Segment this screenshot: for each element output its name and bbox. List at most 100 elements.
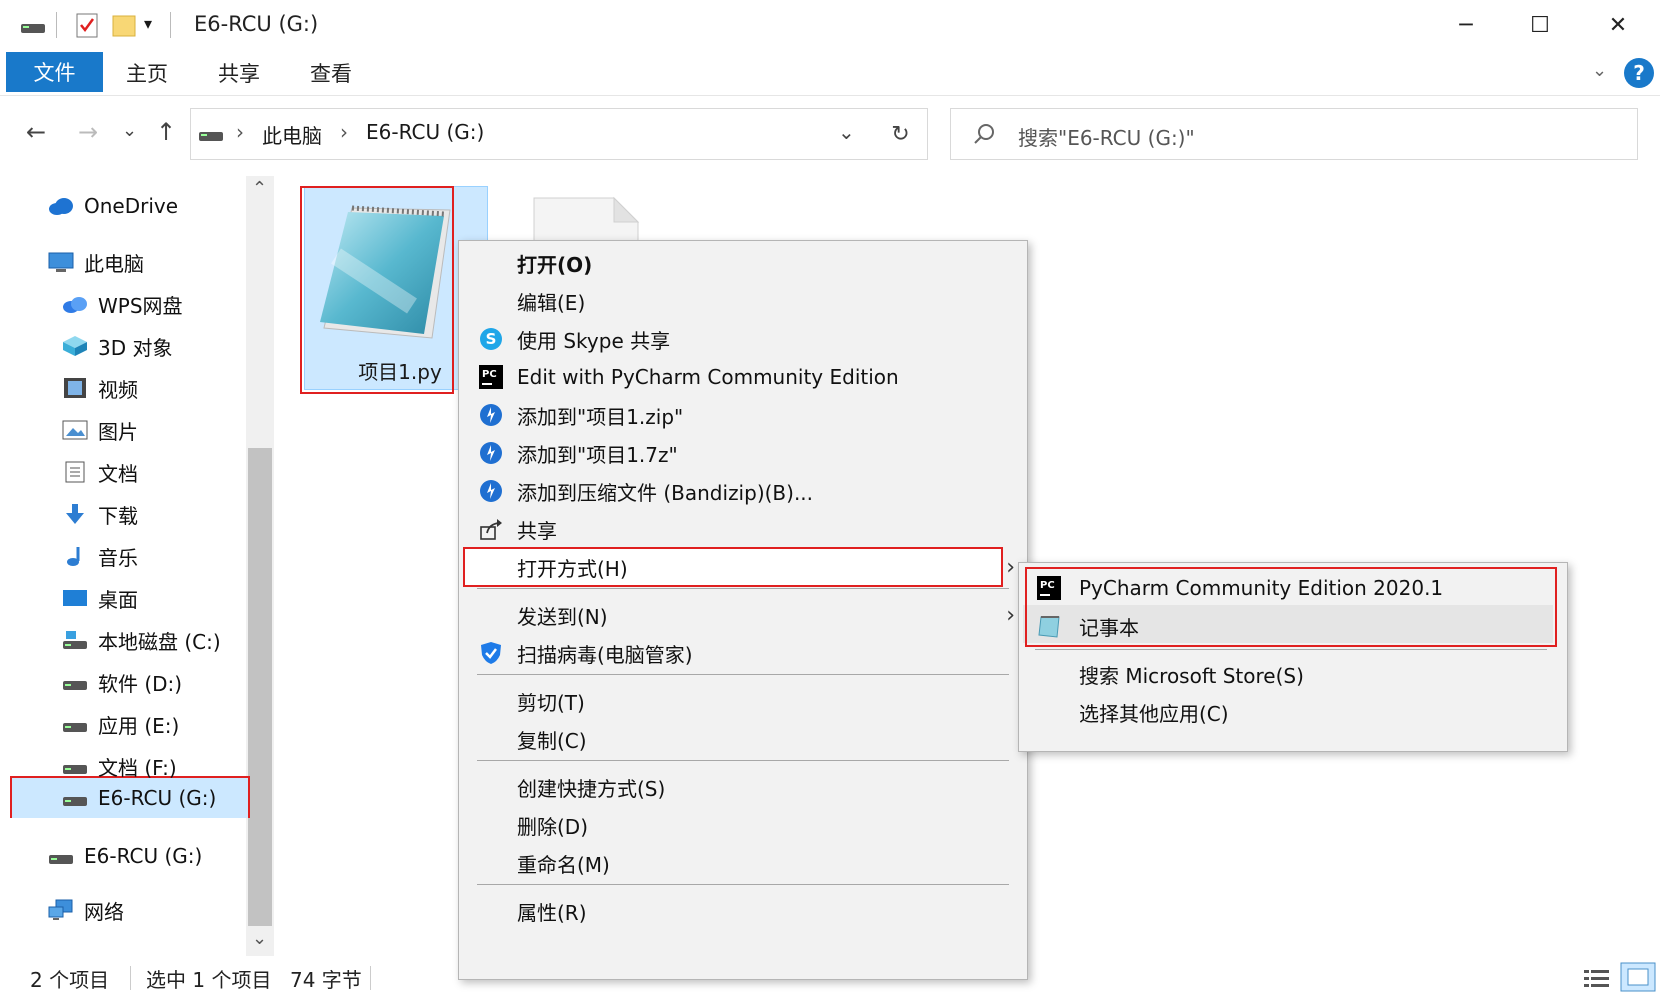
menu-share[interactable]: 共享	[459, 510, 1029, 548]
recent-locations-button[interactable]: ⌄	[122, 120, 137, 141]
nav-scrollbar-thumb[interactable]	[248, 448, 272, 926]
menu-open[interactable]: 打开(O)	[459, 244, 1029, 282]
desktop-icon	[62, 587, 88, 609]
picture-icon	[62, 419, 88, 441]
menu-scan-virus[interactable]: 扫描病毒(电脑管家)	[459, 634, 1029, 672]
menu-copy[interactable]: 复制(C)	[459, 720, 1029, 758]
divider	[170, 12, 171, 38]
details-view-icon[interactable]	[1582, 966, 1612, 990]
cube-icon	[62, 335, 88, 357]
breadcrumb-this-pc[interactable]: 此电脑	[262, 120, 322, 149]
menu-add-zip[interactable]: 添加到"项目1.zip"	[459, 396, 1029, 434]
tab-view[interactable]: 查看	[310, 58, 352, 88]
menu-skype-share[interactable]: S 使用 Skype 共享	[459, 320, 1029, 358]
menu-add-archive[interactable]: 添加到压缩文件 (Bandizip)(B)...	[459, 472, 1029, 510]
drive-icon[interactable]	[20, 16, 46, 36]
tab-home[interactable]: 主页	[126, 58, 168, 88]
nav-downloads[interactable]: 下载	[62, 494, 138, 534]
menu-edit[interactable]: 编辑(E)	[459, 282, 1029, 320]
nav-network[interactable]: 网络	[48, 890, 124, 930]
close-button[interactable]: ✕	[1582, 0, 1654, 50]
menu-send-to[interactable]: 发送到(N) ›	[459, 596, 1029, 634]
menu-delete[interactable]: 删除(D)	[459, 806, 1029, 844]
menu-create-shortcut[interactable]: 创建快捷方式(S)	[459, 768, 1029, 806]
nav-label: 音乐	[98, 545, 138, 570]
maximize-button[interactable]: ☐	[1504, 0, 1576, 50]
chevron-right-icon: ›	[1006, 602, 1015, 628]
drive-icon	[199, 132, 223, 141]
menu-label: 编辑(E)	[517, 290, 586, 315]
menu-separator	[1035, 649, 1547, 650]
nav-pictures[interactable]: 图片	[62, 410, 138, 450]
menu-cut[interactable]: 剪切(T)	[459, 682, 1029, 720]
up-button[interactable]: ↑	[156, 118, 176, 146]
help-button[interactable]: ?	[1624, 58, 1654, 88]
submenu-choose-app[interactable]: 选择其他应用(C)	[1019, 693, 1569, 731]
new-folder-icon[interactable]	[112, 12, 136, 38]
file-name[interactable]: 项目1.py	[330, 356, 470, 385]
menu-add-7z[interactable]: 添加到"项目1.7z"	[459, 434, 1029, 472]
nav-drive-c[interactable]: 本地磁盘 (C:)	[62, 620, 221, 660]
skype-icon: S	[479, 327, 503, 351]
menu-rename[interactable]: 重命名(M)	[459, 844, 1029, 882]
minimize-button[interactable]: ─	[1430, 0, 1502, 50]
nav-this-pc[interactable]: 此电脑	[48, 242, 144, 282]
menu-properties[interactable]: 属性(R)	[459, 892, 1029, 930]
nav-onedrive[interactable]: OneDrive	[48, 186, 178, 226]
video-icon	[62, 377, 88, 399]
open-with-submenu: PC PyCharm Community Edition 2020.1 记事本 搜索 …	[1018, 562, 1568, 752]
back-button[interactable]: ←	[26, 118, 46, 146]
pycharm-icon: PC	[479, 365, 503, 389]
window-title: E6-RCU (G:)	[194, 12, 319, 36]
nav-drive-e[interactable]: 应用 (E:)	[62, 704, 179, 744]
menu-label: 添加到"项目1.zip"	[517, 404, 684, 429]
nav-label: 网络	[84, 899, 124, 924]
divider	[130, 966, 131, 990]
menu-label: 复制(C)	[517, 728, 587, 753]
quick-access-dropdown-icon[interactable]: ▾	[144, 14, 152, 33]
search-icon	[974, 124, 994, 144]
nav-label: 视频	[98, 377, 138, 402]
nav-videos[interactable]: 视频	[62, 368, 138, 408]
nav-drive-d[interactable]: 软件 (D:)	[62, 662, 182, 702]
menu-separator	[477, 588, 1009, 589]
menu-edit-pycharm[interactable]: PC Edit with PyCharm Community Edition	[459, 358, 1029, 396]
nav-documents[interactable]: 文档	[62, 452, 138, 492]
nav-label: E6-RCU (G:)	[84, 844, 203, 868]
wps-cloud-icon	[62, 293, 88, 315]
share-icon	[479, 517, 503, 541]
nav-drive-g-root[interactable]: E6-RCU (G:)	[48, 836, 202, 876]
network-icon	[48, 899, 74, 921]
properties-icon[interactable]	[76, 12, 98, 38]
menu-label: 属性(R)	[517, 900, 587, 925]
tab-share[interactable]: 共享	[218, 58, 260, 88]
ribbon-expand-icon[interactable]: ⌄	[1592, 60, 1607, 81]
shield-icon	[479, 641, 503, 665]
menu-separator	[477, 674, 1009, 675]
nav-wps-cloud[interactable]: WPS网盘	[62, 284, 183, 324]
usb-drive-icon	[48, 845, 74, 867]
nav-label: 下载	[98, 503, 138, 528]
menu-label: 共享	[517, 518, 557, 543]
bandizip-icon	[479, 403, 503, 427]
address-dropdown-icon[interactable]: ⌄	[838, 120, 855, 144]
tab-file[interactable]: 文件	[6, 52, 103, 92]
breadcrumb-drive[interactable]: E6-RCU (G:)	[366, 120, 484, 144]
divider	[370, 966, 371, 990]
nav-3d-objects[interactable]: 3D 对象	[62, 326, 172, 366]
nav-music[interactable]: 音乐	[62, 536, 138, 576]
nav-desktop[interactable]: 桌面	[62, 578, 138, 618]
nav-drive-g[interactable]: E6-RCU (G:)	[12, 778, 248, 818]
forward-button[interactable]: →	[78, 118, 98, 146]
breadcrumb-separator: ›	[236, 120, 244, 144]
nav-label: 图片	[98, 419, 138, 444]
menu-label: 发送到(N)	[517, 604, 608, 629]
scroll-down-icon[interactable]: ⌄	[252, 928, 267, 949]
submenu-search-store[interactable]: 搜索 Microsoft Store(S)	[1019, 655, 1569, 693]
large-icons-view-icon[interactable]	[1620, 962, 1656, 992]
blank-file-icon[interactable]	[530, 194, 642, 242]
scroll-up-icon[interactable]: ⌃	[252, 178, 267, 199]
refresh-button[interactable]: ↻	[874, 108, 928, 160]
menu-open-with[interactable]: 打开方式(H) ›	[459, 548, 1029, 586]
status-selected: 选中 1 个项目	[146, 968, 272, 992]
